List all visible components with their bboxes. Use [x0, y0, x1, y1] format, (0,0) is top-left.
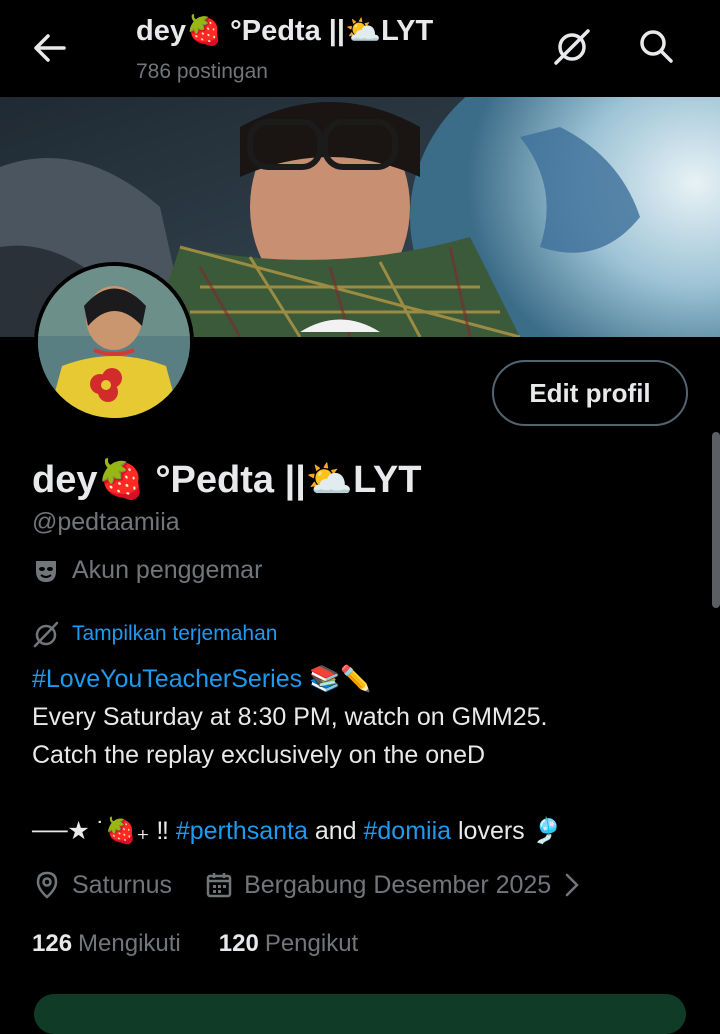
followers-count: 120 — [218, 930, 259, 957]
bio-line-4-prefix: ──★ ˙🍓₊ ‼ — [32, 817, 176, 845]
location-pin-icon — [36, 871, 58, 899]
bio-spacer — [32, 774, 702, 812]
header-title: dey🍓 °Pedta ||⛅LYT — [136, 15, 434, 47]
translate-link[interactable]: Tampilkan terjemahan — [32, 620, 277, 648]
search-icon — [640, 30, 673, 63]
calendar-icon — [206, 873, 232, 898]
bottom-banner[interactable] — [34, 994, 686, 1034]
mask-icon — [36, 560, 56, 582]
join-date-label: Bergabung Desember 2025 — [244, 870, 552, 899]
edit-profile-button[interactable]: Edit profil — [492, 360, 688, 426]
post-count: 786 postingan — [136, 60, 268, 83]
location-label: Saturnus — [72, 870, 173, 899]
chevron-right-icon — [565, 873, 579, 897]
translate-icon — [554, 29, 590, 65]
avatar-image — [38, 266, 190, 418]
top-bar: dey🍓 °Pedta ||⛅LYT 786 postingan — [0, 0, 720, 97]
search-button[interactable] — [636, 26, 676, 66]
hashtag-loveyouteacherseries[interactable]: #LoveYouTeacherSeries — [32, 665, 302, 693]
bio-line-4-suffix: lovers 🎐 — [451, 817, 563, 845]
avatar[interactable] — [34, 262, 194, 422]
user-handle: @pedtaamiia — [32, 508, 180, 536]
translate-icon — [33, 621, 59, 648]
bio-line-1: #LoveYouTeacherSeries 📚✏️ — [32, 660, 702, 698]
following-count: 126 — [32, 930, 73, 957]
scrollbar[interactable] — [712, 432, 720, 608]
join-date[interactable]: Bergabung Desember 2025 — [204, 870, 583, 900]
bio-and-text: and — [307, 817, 364, 845]
followers-label: Pengikut — [264, 930, 359, 957]
bio: #LoveYouTeacherSeries 📚✏️ Every Saturday… — [32, 660, 702, 850]
bio-line-2: Every Saturday at 8:30 PM, watch on GMM2… — [32, 703, 548, 731]
profile-meta: Saturnus Bergabung Desember 2025 — [32, 870, 583, 900]
account-category: Akun penggemar — [32, 556, 262, 585]
location: Saturnus — [32, 870, 172, 900]
bio-line-4: ──★ ˙🍓₊ ‼ #perthsanta and #domiia lovers… — [32, 812, 702, 850]
back-button[interactable] — [30, 30, 70, 66]
translate-label[interactable]: Tampilkan terjemahan — [72, 622, 277, 646]
followers-link[interactable]: 120 Pengikut — [219, 930, 358, 958]
arrow-left-icon — [34, 34, 66, 62]
bio-line-3: Catch the replay exclusively on the oneD — [32, 741, 486, 769]
following-label: Mengikuti — [78, 930, 181, 957]
account-category-label: Akun penggemar — [72, 556, 263, 584]
display-name: dey🍓 °Pedta ||⛅LYT — [32, 459, 422, 501]
translate-button[interactable] — [552, 26, 592, 66]
follow-stats: 126 Mengikuti 120 Pengikut — [32, 930, 358, 958]
following-link[interactable]: 126 Mengikuti — [32, 930, 181, 958]
bio-emoji: 📚✏️ — [309, 665, 372, 693]
hashtag-domiia[interactable]: #domiia — [363, 817, 451, 845]
hashtag-perthsanta[interactable]: #perthsanta — [176, 817, 308, 845]
